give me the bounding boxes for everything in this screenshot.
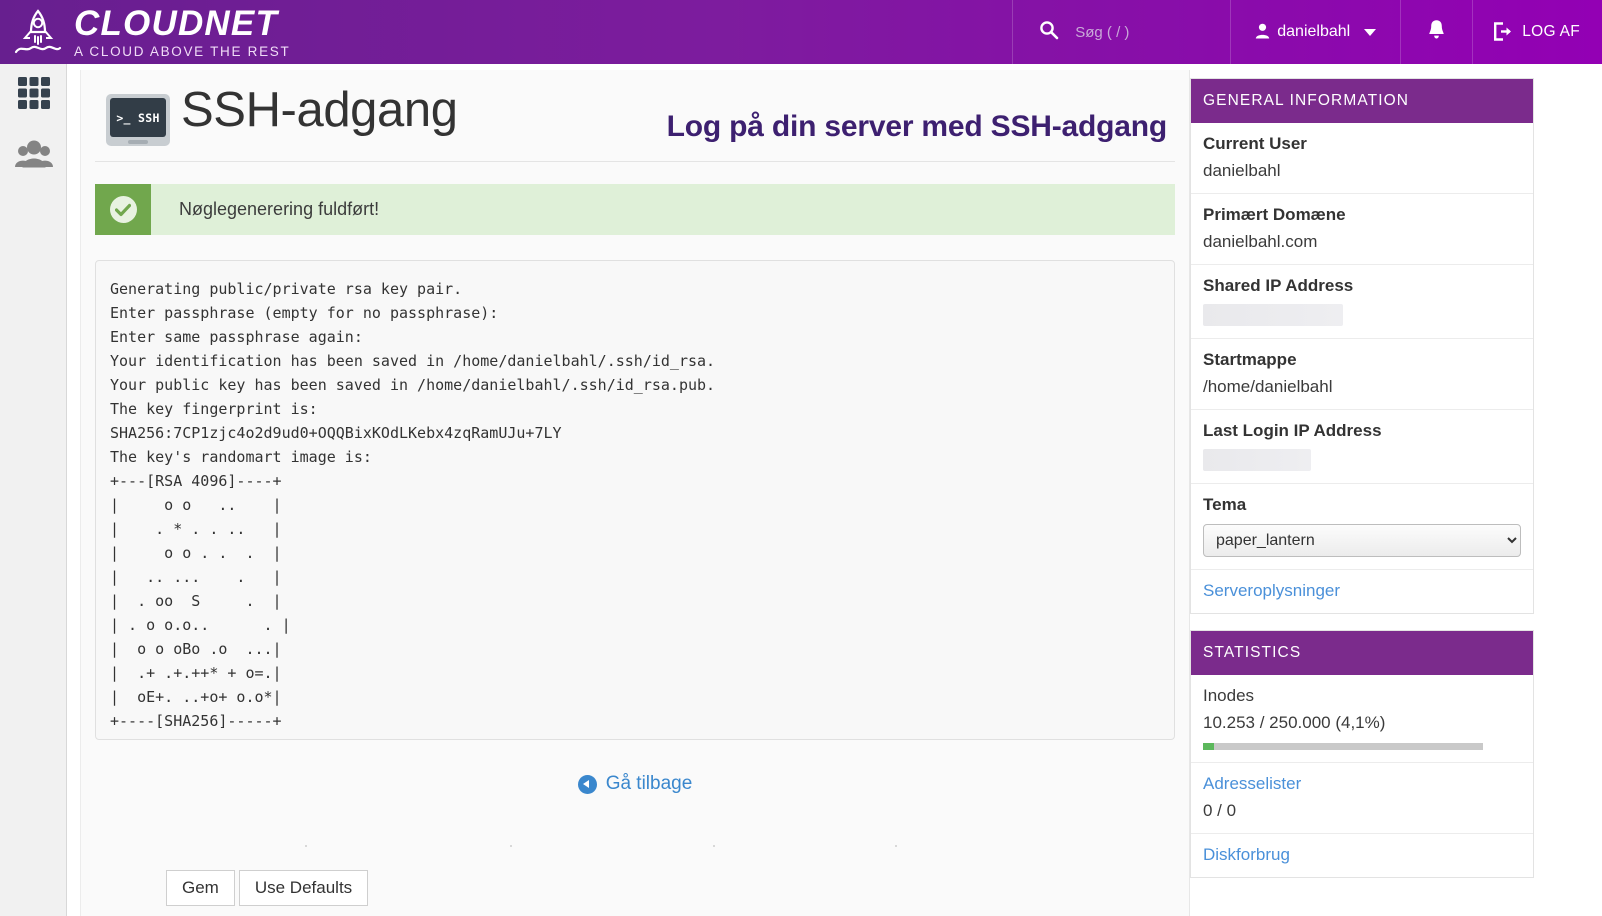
info-row-theme: Tema paper_lantern xyxy=(1191,484,1533,570)
info-label: Startmappe xyxy=(1203,350,1297,369)
info-row-home-directory: Startmappe /home/danielbahl xyxy=(1191,339,1533,410)
info-value: /home/danielbahl xyxy=(1203,377,1333,396)
search-icon xyxy=(1039,20,1059,44)
info-value: danielbahl.com xyxy=(1203,232,1318,251)
page-subtitle: Log på din server med SSH-adgang xyxy=(666,110,1168,143)
logout-label: LOG AF xyxy=(1522,23,1580,40)
brand-name: CLOUDNET xyxy=(74,3,279,43)
brand-logo[interactable]: CLOUDNET A CLOUD ABOVE THE REST xyxy=(0,6,290,59)
general-information-panel: GENERAL INFORMATION Current User danielb… xyxy=(1190,78,1534,614)
info-row-shared-ip: Shared IP Address xyxy=(1191,265,1533,339)
user-menu[interactable]: danielbahl xyxy=(1230,0,1400,64)
stat-row-disk-usage: Diskforbrug xyxy=(1191,834,1533,877)
left-sidebar xyxy=(0,64,67,916)
search-box[interactable]: Søg ( / ) xyxy=(1012,0,1230,64)
save-button[interactable]: Gem xyxy=(166,870,235,906)
info-value: danielbahl xyxy=(1203,161,1281,180)
top-header: CLOUDNET A CLOUD ABOVE THE REST Søg ( / … xyxy=(0,0,1602,64)
go-back-label: Gå tilbage xyxy=(605,773,693,794)
brand-tagline: A CLOUD ABOVE THE REST xyxy=(74,43,291,59)
server-information-link[interactable]: Serveroplysninger xyxy=(1203,581,1340,601)
rocket-icon xyxy=(14,7,62,57)
info-row-primary-domain: Primært Domæne danielbahl.com xyxy=(1191,194,1533,265)
addresslists-link[interactable]: Adresselister xyxy=(1203,774,1301,794)
redacted-value xyxy=(1203,304,1343,326)
info-row-last-login-ip: Last Login IP Address xyxy=(1191,410,1533,484)
use-defaults-button[interactable]: Use Defaults xyxy=(238,870,369,906)
info-label: Current User xyxy=(1203,134,1307,153)
page-title: SSH-adgang xyxy=(181,83,458,137)
statistics-panel: STATISTICS Inodes 10.253 / 250.000 (4,1%… xyxy=(1190,630,1534,878)
username-label: danielbahl xyxy=(1277,23,1351,40)
info-row-current-user: Current User danielbahl xyxy=(1191,123,1533,194)
page-header: >_ SSH SSH-adgang Log på din server med … xyxy=(95,70,1175,162)
back-row: Gå tilbage xyxy=(95,773,1175,795)
statistics-heading: STATISTICS xyxy=(1191,631,1533,675)
info-label: Primært Domæne xyxy=(1203,205,1346,224)
stat-row-addresslists: Adresselister 0 / 0 xyxy=(1191,763,1533,834)
theme-label: Tema xyxy=(1203,495,1247,514)
search-input[interactable]: Søg ( / ) xyxy=(1075,24,1129,41)
stat-row-inodes: Inodes 10.253 / 250.000 (4,1%) xyxy=(1191,675,1533,763)
right-sidebar: GENERAL INFORMATION Current User danielb… xyxy=(1190,78,1534,894)
general-information-heading: GENERAL INFORMATION xyxy=(1191,79,1533,123)
inodes-progress-fill xyxy=(1203,743,1215,750)
alert-band xyxy=(95,184,151,235)
terminal-output-box: Generating public/private rsa key pair. … xyxy=(95,260,1175,740)
sidebar-item-users[interactable] xyxy=(0,126,67,188)
ssh-terminal-icon: >_ SSH xyxy=(106,94,170,146)
chevron-down-icon xyxy=(1364,28,1377,36)
info-label: Last Login IP Address xyxy=(1203,421,1382,440)
button-row: Gem Use Defaults xyxy=(166,870,369,906)
inodes-label: Inodes xyxy=(1203,686,1255,705)
addresslists-value: 0 / 0 xyxy=(1203,801,1237,820)
alert-message: Nøglegenerering fuldført! xyxy=(179,199,380,219)
content-column: >_ SSH SSH-adgang Log på din server med … xyxy=(80,70,1190,916)
check-circle-icon xyxy=(109,196,137,223)
logout-icon xyxy=(1493,21,1513,43)
ssh-icon-label: >_ SSH xyxy=(110,98,166,137)
inodes-value: 10.253 / 250.000 (4,1%) xyxy=(1203,713,1386,732)
ssh-icon-stand xyxy=(128,140,148,144)
go-back-link[interactable]: Gå tilbage xyxy=(577,773,693,795)
users-icon xyxy=(14,140,53,175)
sidebar-item-apps[interactable] xyxy=(0,64,67,126)
grid-icon xyxy=(17,76,51,115)
bell-icon xyxy=(1427,19,1446,45)
disk-usage-link[interactable]: Diskforbrug xyxy=(1203,845,1290,865)
logout-button[interactable]: LOG AF xyxy=(1472,0,1602,64)
success-alert: Nøglegenerering fuldført! xyxy=(95,184,1175,235)
terminal-output-text: Generating public/private rsa key pair. … xyxy=(110,280,716,730)
info-row-server-info: Serveroplysninger xyxy=(1191,570,1533,613)
info-label: Shared IP Address xyxy=(1203,276,1354,295)
user-icon xyxy=(1255,23,1277,42)
inodes-progress-bar xyxy=(1203,743,1483,750)
redacted-value xyxy=(1203,449,1311,471)
notifications-button[interactable] xyxy=(1400,0,1472,64)
theme-select[interactable]: paper_lantern xyxy=(1203,524,1521,557)
arrow-left-circle-icon xyxy=(577,774,597,794)
main-canvas: >_ SSH SSH-adgang Log på din server med … xyxy=(67,64,1602,916)
dotted-divider xyxy=(95,845,1165,847)
